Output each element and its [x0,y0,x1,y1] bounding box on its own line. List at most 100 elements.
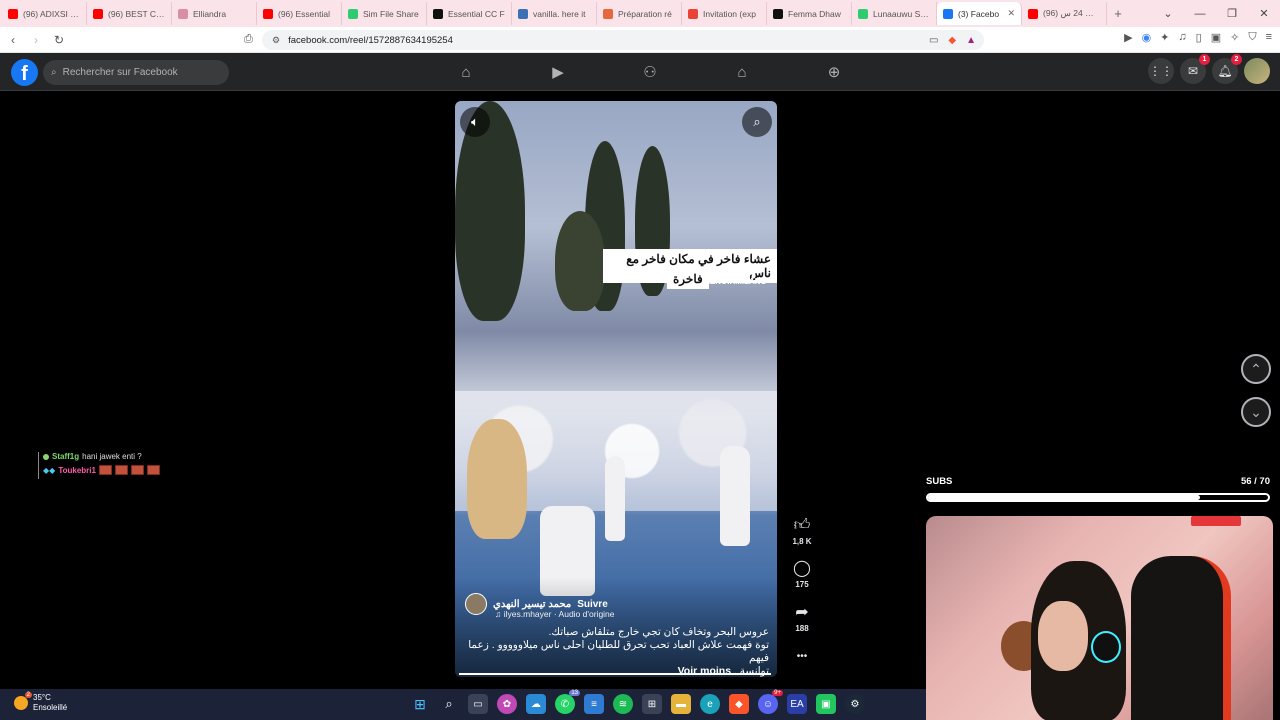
video-icon[interactable]: ▶ [512,53,604,91]
reel-video[interactable]: عشاء فاخر في مكان فاخر مع ناس فاخرة LENO… [455,101,777,677]
weather-condition: Ensoleillé [33,703,68,712]
brave-icon[interactable]: ◆ [729,694,749,714]
follow-button[interactable]: Suivre [577,599,608,610]
photos-icon[interactable]: ✿ [497,694,517,714]
like-icon[interactable]: 👍︎ [794,517,811,535]
reload-icon[interactable]: ↻ [49,33,69,47]
task-view-icon[interactable]: ▭ [468,694,488,714]
comment-icon[interactable]: ◯ [793,560,811,578]
notes-icon[interactable]: ≡ [584,694,604,714]
close-tab-icon[interactable]: ✕ [1007,8,1015,19]
whatsapp-badge: 13 [569,690,580,696]
store-icon[interactable]: ⊞ [642,694,662,714]
facebook-search[interactable]: ⌕ [43,60,229,85]
window-controls: ⌄ — ❐ ✕ [1152,0,1280,27]
new-tab-button[interactable]: + [1107,6,1129,21]
back-icon[interactable]: ‹ [3,33,23,47]
sidebar-icon[interactable]: ▯ [1196,31,1202,44]
subs-progress-bar [926,493,1270,502]
like-action[interactable]: 👍︎ 1,8 K [788,517,816,546]
menu-grid-icon[interactable]: ⋮⋮ [1148,58,1174,84]
watermark: LENOIRMILANO [705,277,767,286]
windows-start-icon[interactable]: ⊞ [410,694,430,714]
browser-tab[interactable]: (96) BEST CUS [87,2,172,25]
bookmark-icon[interactable]: ⎙ [244,33,253,46]
cloud-icon[interactable]: ☁ [526,694,546,714]
more-icon[interactable]: ••• [797,648,808,666]
video-progress[interactable] [459,673,771,675]
music-icon[interactable]: ♫ [1178,31,1186,44]
neon-sign [1191,516,1241,526]
share-icon[interactable]: ➦ [795,604,808,622]
marketplace-icon[interactable]: ⌂ [696,53,788,91]
brave-shield-icon[interactable]: ◆ [948,35,956,46]
tab-favicon-icon [433,8,443,19]
emote-icon [114,465,128,475]
friends-icon[interactable]: ⚇ [604,53,696,91]
edge-icon[interactable]: e [700,694,720,714]
notifications-icon[interactable]: 🔔︎ 2 [1212,54,1242,84]
browser-tab[interactable]: (96) Essential [257,2,342,25]
site-info-icon[interactable]: ⚙ [272,35,280,46]
wallet-icon[interactable]: ▣ [1211,31,1221,44]
previous-reel-button[interactable]: ⌃ [1241,354,1271,384]
tab-favicon-icon [178,8,188,19]
browser-tab[interactable]: (96) تحدي 24 س [1022,2,1107,25]
play-icon[interactable]: ▶ [1124,31,1132,44]
game-icon[interactable]: ▣ [816,694,836,714]
browser-tab[interactable]: vanilla. here it [512,2,597,25]
weather-widget[interactable]: 2 35°C Ensoleillé [14,692,68,713]
more-action[interactable]: ••• [788,648,816,666]
tab-title: (96) BEST CUS [108,8,165,19]
ea-icon[interactable]: EA [787,694,807,714]
volume-button[interactable]: 🔈︎ [460,107,490,137]
gaming-icon[interactable]: ⊕ [788,53,880,91]
sun-icon: 2 [14,692,32,710]
user-badge-icon: ◆◆ [43,465,56,475]
maximize-button[interactable]: ❐ [1216,7,1248,20]
comment-count: 175 [795,580,809,589]
browser-tab[interactable]: Préparation ré [597,2,682,25]
search-input[interactable] [62,67,213,78]
messenger-icon[interactable]: ✉ 1 [1180,54,1210,84]
browser-tab[interactable]: (96) ADIXSI – F [2,2,87,25]
shield-icon[interactable]: ⛉ [1248,31,1256,44]
audio-label[interactable]: ♫ ilyes.mhayer · Audio d'origine [495,609,615,619]
cast-icon[interactable]: ▭ [929,35,938,46]
profile-avatar[interactable] [1244,58,1270,84]
browser-tab[interactable]: (3) Facebo ✕ [937,2,1022,25]
extensions-icon[interactable]: ✦ [1160,31,1169,44]
whatsapp-icon[interactable]: ✆ 13 [555,690,580,714]
browser-tab[interactable]: Elliandra [172,2,257,25]
taskbar-search-icon[interactable]: ⌕ [439,694,459,714]
browser-tab[interactable]: Sim File Share [342,2,427,25]
steam-icon[interactable]: ⚙ [845,694,865,714]
see-less-link[interactable]: Voir moins [678,665,731,677]
spotify-icon[interactable]: ≋ [613,694,633,714]
forward-icon[interactable]: › [26,33,46,47]
next-reel-button[interactable]: ⌄ [1241,397,1271,427]
browser-tab[interactable]: Lunaauwu Stra [852,2,937,25]
home-icon[interactable]: ⌂ [420,53,512,91]
brave-rewards-icon[interactable]: ▲ [966,35,976,46]
discord-icon[interactable]: ☺ 9+ [758,690,783,714]
url-field[interactable]: ⚙ facebook.com/reel/1572887634195254 ▭ ◆… [262,30,984,50]
browser-tab[interactable]: Invitation (exp [682,2,767,25]
tab-title: (96) Essential [278,8,330,19]
tab-search-icon[interactable]: ⌄ [1152,7,1184,20]
close-window-button[interactable]: ✕ [1248,7,1280,20]
share-action[interactable]: ➦ 188 [788,604,816,633]
browser-tab[interactable]: Femma Dhaw [767,2,852,25]
browser-tab[interactable]: Essential CC F [427,2,512,25]
folder-icon[interactable]: ▬ [671,694,691,714]
reel-search-button[interactable]: ⌕ [742,107,772,137]
facebook-logo[interactable]: f [11,59,38,86]
author-name[interactable]: محمد تيسير النهدي [493,599,571,610]
minimize-button[interactable]: — [1184,8,1216,20]
comment-action[interactable]: ◯ 175 [788,560,816,589]
author-avatar[interactable] [465,593,487,615]
chat-message: Staff1g hani jawek enti ? [43,452,208,461]
menu-icon[interactable]: ≡ [1266,31,1272,44]
vpn-icon[interactable]: ✧ [1230,31,1239,44]
audio-icon[interactable]: ◉ [1142,31,1152,44]
